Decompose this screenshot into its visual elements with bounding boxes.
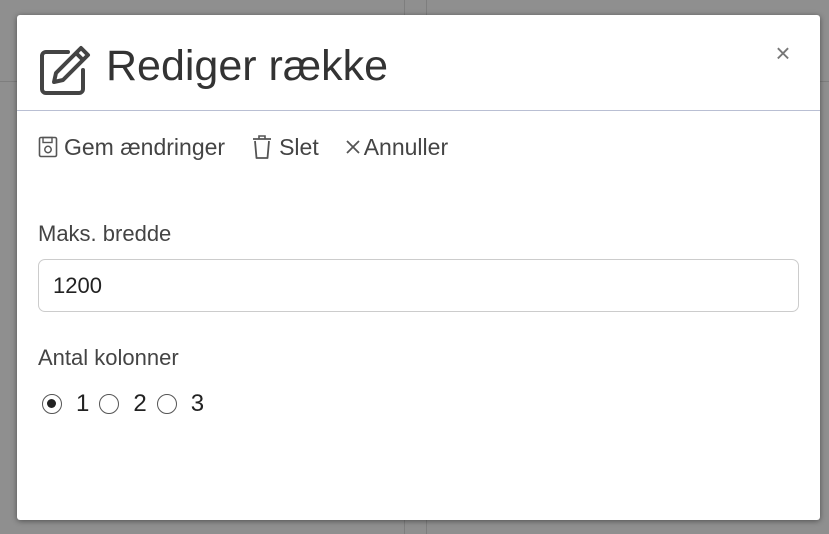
edit-icon — [40, 46, 90, 95]
radio-button[interactable] — [99, 394, 120, 414]
delete-button[interactable]: Slet — [251, 134, 319, 161]
radio-label: 3 — [190, 390, 205, 417]
cancel-button[interactable]: Annuller — [345, 134, 448, 161]
dialog-title: Rediger række — [106, 42, 388, 90]
close-button[interactable]: × — [772, 40, 794, 66]
save-icon — [38, 136, 58, 158]
columns-radio-3[interactable]: 3 — [156, 390, 205, 418]
radio-button[interactable] — [156, 394, 177, 414]
columns-radio-group: 1 2 3 — [42, 390, 214, 418]
close-icon — [346, 140, 360, 154]
radio-button-checked[interactable] — [42, 394, 62, 414]
radio-label: 1 — [76, 390, 90, 417]
toolbar: Gem ændringer Slet Annuller — [38, 132, 448, 162]
max-width-input[interactable] — [38, 259, 799, 312]
save-label: Gem ændringer — [64, 133, 226, 160]
edit-row-dialog: Rediger række × Gem ændringer Slet Annul… — [17, 15, 820, 520]
save-button[interactable]: Gem ændringer — [38, 134, 225, 161]
columns-radio-2[interactable]: 2 — [99, 390, 147, 418]
columns-radio-1[interactable]: 1 — [42, 390, 89, 418]
radio-label: 2 — [133, 390, 147, 417]
delete-label: Slet — [279, 133, 319, 160]
dialog-header: Rediger række × — [17, 15, 820, 111]
columns-label: Antal kolonner — [38, 345, 179, 370]
cancel-label: Annuller — [363, 133, 449, 160]
trash-icon — [253, 135, 272, 159]
max-width-label: Maks. bredde — [38, 221, 172, 246]
